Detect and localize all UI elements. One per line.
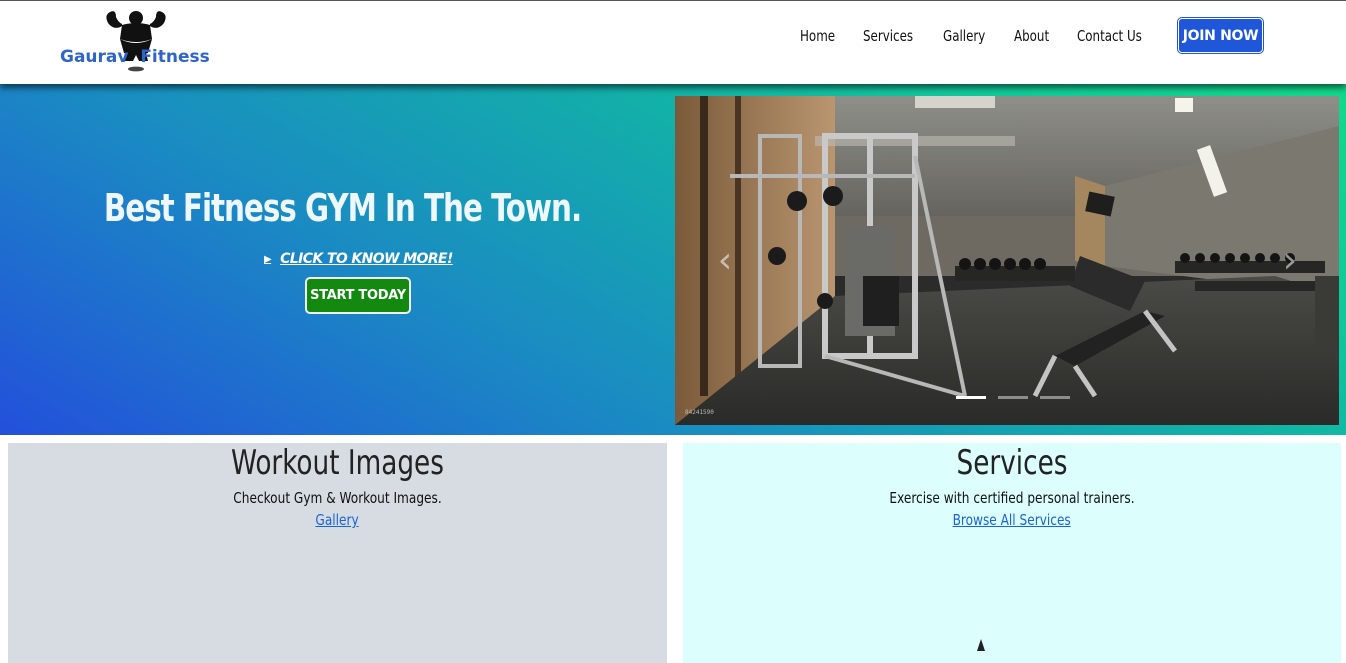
play-triangle-icon: ▶ xyxy=(264,253,272,265)
carousel-prev-icon[interactable]: ‹ xyxy=(710,241,740,281)
main-nav: Home Services Gallery About Contact Us xyxy=(800,23,1173,49)
services-card: Services Exercise with certified persona… xyxy=(683,443,1341,663)
browse-services-link[interactable]: Browse All Services xyxy=(953,511,1071,529)
carousel-indicator-1[interactable] xyxy=(956,396,986,399)
gallery-card-text: Checkout Gym & Workout Images. xyxy=(233,489,442,507)
nav-about[interactable]: About xyxy=(1014,27,1049,45)
know-more-link[interactable]: ▶ CLICK TO KNOW MORE! xyxy=(264,249,453,269)
know-more-label: CLICK TO KNOW MORE! xyxy=(280,251,453,267)
brand-name-left: Gaurav xyxy=(60,47,129,67)
gym-carousel: ‹ › 84241590 xyxy=(675,96,1339,425)
services-card-text: Exercise with certified personal trainer… xyxy=(889,489,1135,507)
join-now-button[interactable]: JOIN NOW xyxy=(1178,18,1263,53)
nav-services[interactable]: Services xyxy=(863,27,913,45)
hero-section: Best Fitness GYM In The Town. ▶ CLICK TO… xyxy=(0,84,1346,435)
gallery-card-title: Workout Images xyxy=(231,443,444,483)
photo-code: 84241590 xyxy=(685,409,714,416)
carousel-indicator-3[interactable] xyxy=(1040,396,1070,399)
carousel-next-icon[interactable]: › xyxy=(1275,241,1305,281)
gallery-link[interactable]: Gallery xyxy=(316,511,359,529)
services-image-peek xyxy=(977,639,985,651)
nav-home[interactable]: Home xyxy=(800,27,835,45)
brand-logo[interactable]: Gaurav Fitness xyxy=(58,7,218,75)
gallery-card: Workout Images Checkout Gym & Workout Im… xyxy=(8,443,667,663)
carousel-indicators xyxy=(956,396,1082,399)
start-today-button[interactable]: START TODAY xyxy=(305,277,411,314)
nav-contact-us[interactable]: Contact Us xyxy=(1077,27,1142,45)
services-card-title: Services xyxy=(956,443,1068,483)
brand-name-right: Fitness xyxy=(140,47,210,67)
carousel-indicator-2[interactable] xyxy=(998,396,1028,399)
nav-gallery[interactable]: Gallery xyxy=(943,27,985,45)
hero-title: Best Fitness GYM In The Town. xyxy=(103,186,582,230)
gym-interior-image xyxy=(675,96,1339,425)
site-header: Gaurav Fitness Home Services Gallery Abo… xyxy=(0,0,1346,84)
